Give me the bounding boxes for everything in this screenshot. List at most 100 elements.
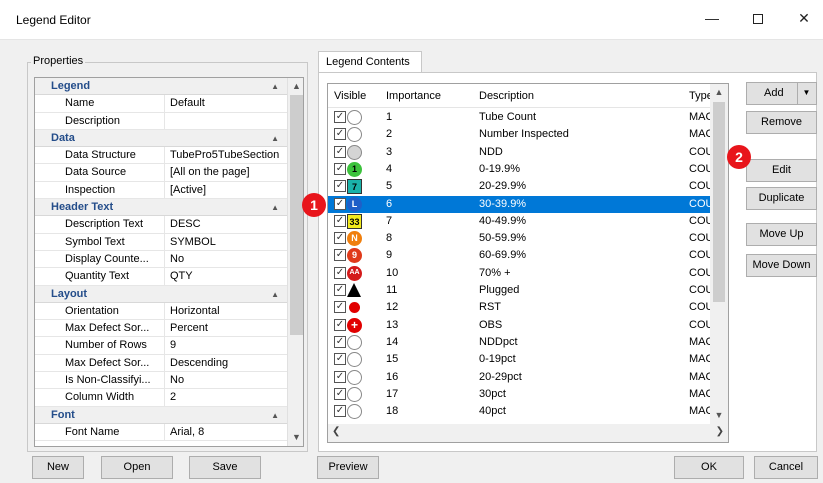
property-row[interactable]: Font Name Arial, 8 bbox=[35, 423, 287, 442]
visible-checkbox[interactable]: ✓ bbox=[334, 284, 346, 296]
property-category[interactable]: Legend ▲ bbox=[35, 78, 287, 96]
property-value[interactable]: 2 bbox=[166, 389, 176, 406]
collapse-icon[interactable]: ▲ bbox=[271, 199, 279, 216]
property-category[interactable]: Layout ▲ bbox=[35, 285, 287, 303]
property-value[interactable]: Arial, 8 bbox=[166, 424, 204, 441]
visible-checkbox[interactable]: ✓ bbox=[334, 405, 346, 418]
visible-checkbox[interactable]: ✓ bbox=[334, 197, 346, 210]
property-value[interactable]: QTY bbox=[166, 268, 193, 285]
legend-row[interactable]: ✓ 16 20-29pct MACF bbox=[328, 369, 728, 386]
edit-button[interactable]: Edit bbox=[746, 159, 817, 182]
visible-checkbox[interactable]: ✓ bbox=[334, 145, 346, 158]
property-row[interactable]: Inspection [Active] bbox=[35, 181, 287, 200]
property-row[interactable]: Column Width 2 bbox=[35, 389, 287, 407]
legend-row[interactable]: ✓ 14 NDDpct MACF bbox=[328, 334, 728, 351]
legend-row[interactable]: ✓ L 6 30-39.9% COUN bbox=[328, 195, 728, 213]
new-button[interactable]: New bbox=[32, 456, 84, 479]
property-grid-scrollbar[interactable]: ▲ ▼ bbox=[287, 78, 303, 446]
property-row[interactable]: Orientation Horizontal bbox=[35, 302, 287, 321]
collapse-icon[interactable]: ▲ bbox=[271, 286, 279, 303]
property-row[interactable]: Data Structure TubePro5TubeSection bbox=[35, 147, 287, 165]
column-header-importance[interactable]: Importance bbox=[386, 90, 441, 102]
visible-checkbox[interactable]: ✓ bbox=[334, 249, 346, 262]
legend-row[interactable]: ✓ 12 RST COUN bbox=[328, 299, 728, 316]
visible-checkbox[interactable]: ✓ bbox=[334, 353, 346, 366]
property-category[interactable]: Data ▲ bbox=[35, 129, 287, 148]
column-header-description[interactable]: Description bbox=[479, 90, 534, 102]
property-row[interactable]: Description bbox=[35, 112, 287, 130]
legend-list-hscrollbar[interactable]: ❮ ❯ bbox=[328, 424, 728, 442]
collapse-icon[interactable]: ▲ bbox=[271, 78, 279, 95]
scroll-thumb[interactable] bbox=[713, 102, 725, 302]
legend-row[interactable]: ✓ AA 10 70% + COUN bbox=[328, 265, 728, 282]
property-row[interactable]: Is Non-Classifyi... No bbox=[35, 372, 287, 390]
scroll-up-icon[interactable]: ▲ bbox=[288, 78, 303, 95]
add-dropdown-icon[interactable]: ▼ bbox=[797, 82, 815, 104]
property-category[interactable]: Header Text ▲ bbox=[35, 199, 287, 217]
cancel-button[interactable]: Cancel bbox=[754, 456, 818, 479]
scroll-thumb[interactable] bbox=[290, 95, 303, 335]
visible-checkbox[interactable]: ✓ bbox=[334, 335, 346, 348]
open-button[interactable]: Open bbox=[101, 456, 173, 479]
duplicate-button[interactable]: Duplicate bbox=[746, 187, 817, 210]
maximize-button[interactable] bbox=[735, 0, 781, 36]
legend-row[interactable]: ✓ 11 Plugged COUN bbox=[328, 282, 728, 299]
ok-button[interactable]: OK bbox=[674, 456, 744, 479]
visible-checkbox[interactable]: ✓ bbox=[334, 387, 346, 400]
visible-checkbox[interactable]: ✓ bbox=[334, 370, 346, 383]
property-row[interactable]: Data Source [All on the page] bbox=[35, 164, 287, 182]
move-up-button[interactable]: Move Up bbox=[746, 223, 817, 246]
visible-checkbox[interactable]: ✓ bbox=[334, 180, 346, 193]
property-value[interactable]: No bbox=[166, 372, 184, 389]
property-value[interactable]: No bbox=[166, 251, 184, 268]
property-category[interactable]: Font ▲ bbox=[35, 406, 287, 424]
property-value[interactable]: TubePro5TubeSection bbox=[166, 147, 279, 164]
remove-button[interactable]: Remove bbox=[746, 111, 817, 134]
property-row[interactable]: Max Defect Sor... Descending bbox=[35, 354, 287, 373]
tab-legend-contents[interactable]: Legend Contents bbox=[318, 51, 422, 73]
property-value[interactable]: SYMBOL bbox=[166, 234, 216, 251]
legend-row[interactable]: ✓ 33 7 40-49.9% COUN bbox=[328, 213, 728, 230]
property-row[interactable]: Symbol Text SYMBOL bbox=[35, 233, 287, 251]
legend-row[interactable]: ✓ 3 NDD COUN bbox=[328, 144, 728, 161]
visible-checkbox[interactable]: ✓ bbox=[334, 128, 346, 141]
scroll-up-icon[interactable]: ▲ bbox=[710, 87, 728, 97]
move-down-button[interactable]: Move Down bbox=[746, 254, 817, 277]
save-button[interactable]: Save bbox=[189, 456, 261, 479]
scroll-right-icon[interactable]: ❯ bbox=[716, 426, 724, 437]
scroll-down-icon[interactable]: ▼ bbox=[710, 410, 728, 420]
property-row[interactable]: Max Defect Sor... Percent bbox=[35, 320, 287, 338]
visible-checkbox[interactable]: ✓ bbox=[334, 266, 346, 279]
visible-checkbox[interactable]: ✓ bbox=[334, 318, 346, 331]
visible-checkbox[interactable]: ✓ bbox=[334, 301, 346, 314]
collapse-icon[interactable]: ▲ bbox=[271, 130, 279, 147]
property-value[interactable]: DESC bbox=[166, 216, 201, 233]
property-row[interactable]: Display Counte... No bbox=[35, 250, 287, 269]
visible-checkbox[interactable]: ✓ bbox=[334, 214, 346, 227]
legend-row[interactable]: ✓ 1 Tube Count MACF bbox=[328, 109, 728, 126]
legend-row[interactable]: ✓ 18 40pct MACF bbox=[328, 403, 728, 420]
visible-checkbox[interactable]: ✓ bbox=[334, 232, 346, 245]
scroll-left-icon[interactable]: ❮ bbox=[332, 426, 340, 437]
scroll-down-icon[interactable]: ▼ bbox=[288, 429, 303, 446]
legend-row[interactable]: ✓ +13 OBS COUN bbox=[328, 317, 728, 334]
legend-row[interactable]: ✓ 7 5 20-29.9% COUN bbox=[328, 178, 728, 195]
property-row[interactable]: Number of Rows 9 bbox=[35, 337, 287, 355]
legend-row[interactable]: ✓ 17 30pct MACF bbox=[328, 386, 728, 403]
legend-list-scrollbar[interactable]: ▲ ▼ bbox=[710, 84, 728, 424]
visible-checkbox[interactable]: ✓ bbox=[334, 111, 346, 123]
legend-row[interactable]: ✓ 9 9 60-69.9% COUN bbox=[328, 247, 728, 264]
legend-row[interactable]: ✓ 1 4 0-19.9% COUN bbox=[328, 161, 728, 178]
property-row[interactable]: Description Text DESC bbox=[35, 216, 287, 234]
column-header-visible[interactable]: Visible bbox=[334, 90, 366, 102]
property-value[interactable]: [All on the page] bbox=[166, 164, 250, 181]
legend-row[interactable]: ✓ 2 Number Inspected MACF bbox=[328, 126, 728, 143]
property-value[interactable]: 9 bbox=[166, 337, 176, 354]
property-row[interactable]: Name Default bbox=[35, 95, 287, 113]
legend-row[interactable]: ✓ N 8 50-59.9% COUN bbox=[328, 230, 728, 247]
property-value[interactable]: Horizontal bbox=[166, 303, 220, 320]
property-value[interactable]: Percent bbox=[166, 320, 208, 337]
visible-checkbox[interactable]: ✓ bbox=[334, 162, 346, 175]
property-value[interactable]: Default bbox=[166, 95, 205, 112]
property-value[interactable]: Descending bbox=[166, 355, 228, 372]
